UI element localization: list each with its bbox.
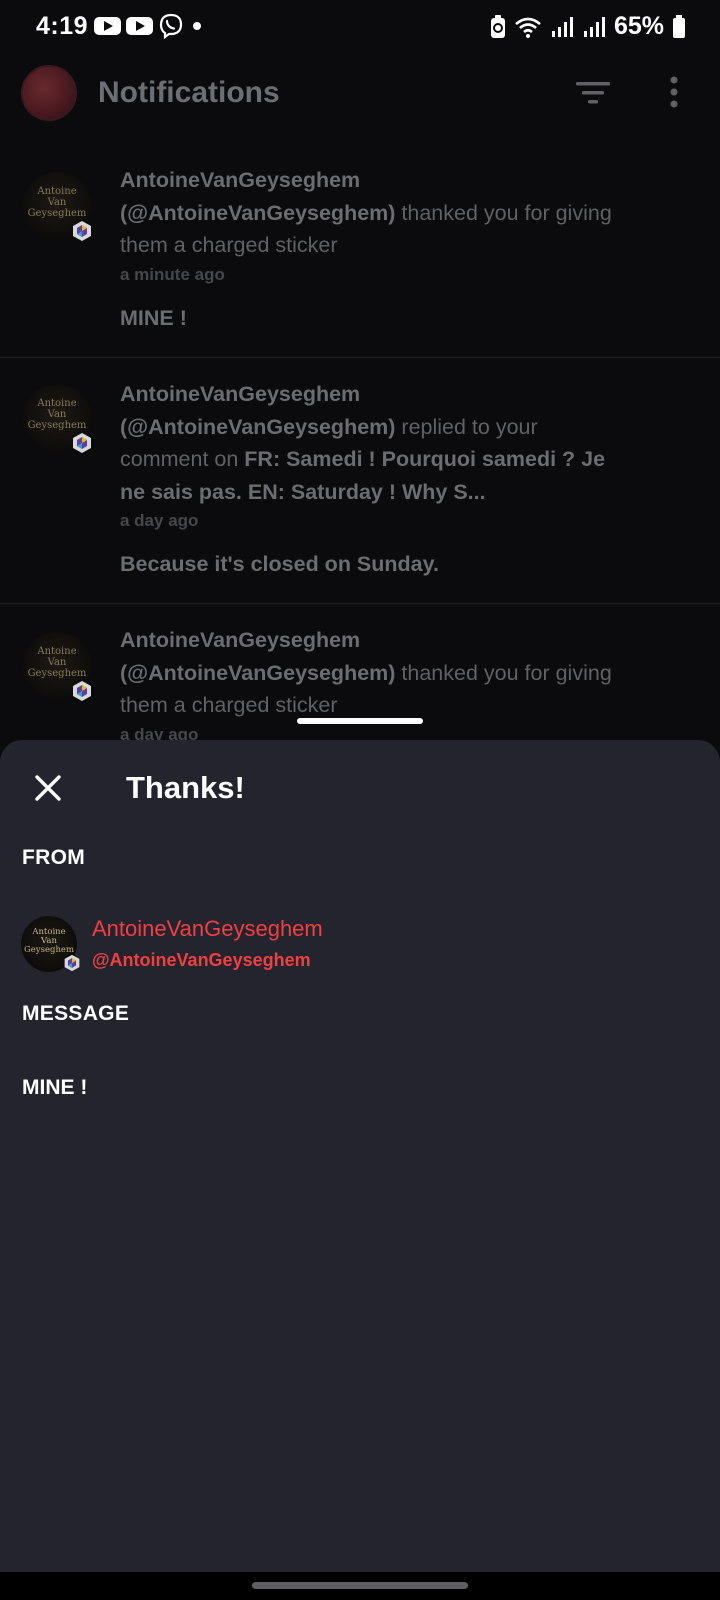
filter-icon[interactable]	[576, 80, 610, 106]
status-time: 4:19	[36, 12, 89, 40]
server-badge-icon	[64, 954, 80, 972]
notification-handle: (@AntoineVanGeyseghem)	[120, 660, 396, 685]
notification-text: AntoineVanGeyseghem (@AntoineVanGeyseghe…	[120, 624, 630, 722]
screen: 4:19 65% Notifications Antoine Van Geysegh…	[0, 0, 720, 1600]
notification-text: AntoineVanGeyseghem (@AntoineVanGeyseghe…	[120, 164, 630, 262]
notification-icons	[94, 13, 205, 39]
message-label: MESSAGE	[22, 1002, 130, 1025]
dot-icon	[193, 22, 201, 30]
youtube-icon	[126, 17, 153, 35]
notification-body: AntoineVanGeyseghem (@AntoineVanGeyseghe…	[120, 624, 630, 748]
signal-icon	[583, 16, 605, 37]
system-icons: 65%	[490, 12, 686, 41]
avatar-text: Antoine Van Geyseghem	[27, 398, 87, 431]
navigation-bar	[0, 1572, 720, 1600]
notification-item[interactable]: Antoine Van Geyseghem AntoineVanGeyseghem …	[0, 358, 720, 604]
notification-item[interactable]: Antoine Van Geyseghem AntoineVanGeyseghem …	[0, 138, 720, 358]
app-bar: Notifications	[0, 52, 720, 138]
avatar-text: Antoine Van Geyseghem	[27, 186, 87, 219]
avatar-text: Antoine Van Geyseghem	[27, 646, 87, 679]
avatar-text: Antoine Van Geyseghem	[23, 927, 75, 955]
notification-user[interactable]: AntoineVanGeyseghem	[120, 168, 360, 192]
more-vert-icon[interactable]	[668, 76, 680, 108]
avatar[interactable]: Antoine Van Geyseghem	[23, 384, 91, 453]
sheet-drag-handle[interactable]	[297, 718, 423, 724]
viber-icon	[159, 13, 183, 39]
message-text: MINE !	[22, 1076, 88, 1099]
wifi-icon	[515, 17, 541, 38]
home-gesture-handle[interactable]	[252, 1582, 468, 1589]
sender-name[interactable]: AntoineVanGeyseghem	[92, 916, 323, 942]
avatar[interactable]: Antoine Van Geyseghem	[23, 172, 91, 241]
notification-body: AntoineVanGeyseghem (@AntoineVanGeyseghe…	[120, 378, 630, 581]
thanks-sheet: Thanks! FROM Antoine Van Geyseghem Antoine…	[0, 740, 720, 1572]
server-badge-icon	[73, 433, 91, 453]
user-avatar[interactable]	[21, 65, 77, 121]
sender-handle: @AntoineVanGeyseghem	[92, 950, 311, 970]
from-label: FROM	[22, 846, 86, 869]
notification-time: a day ago	[120, 511, 199, 530]
battery-icon	[673, 14, 685, 38]
close-icon[interactable]	[32, 772, 64, 804]
battery-saver-icon	[490, 14, 505, 38]
sender-avatar[interactable]: Antoine Van Geyseghem	[21, 916, 80, 972]
notification-time: a minute ago	[120, 264, 225, 284]
battery-percent: 65%	[613, 12, 664, 40]
page-title: Notifications	[98, 76, 280, 109]
notification-user[interactable]: AntoineVanGeyseghem	[120, 382, 360, 406]
notification-handle: (@AntoineVanGeyseghem)	[120, 200, 396, 225]
notification-body: AntoineVanGeyseghem (@AntoineVanGeyseghe…	[120, 164, 630, 334]
notification-message: MINE !	[120, 305, 187, 330]
server-badge-icon	[73, 221, 91, 241]
sheet-title: Thanks!	[126, 770, 245, 805]
signal-icon	[551, 16, 573, 37]
youtube-icon	[94, 17, 121, 35]
notification-handle: (@AntoineVanGeyseghem)	[120, 414, 396, 439]
avatar[interactable]: Antoine Van Geyseghem	[23, 632, 91, 701]
notification-text: AntoineVanGeyseghem (@AntoineVanGeyseghe…	[120, 378, 630, 508]
server-badge-icon	[73, 681, 91, 701]
notification-message: Because it's closed on Sunday.	[120, 552, 439, 576]
status-bar: 4:19 65%	[0, 0, 720, 52]
notification-user[interactable]: AntoineVanGeyseghem	[120, 628, 360, 652]
